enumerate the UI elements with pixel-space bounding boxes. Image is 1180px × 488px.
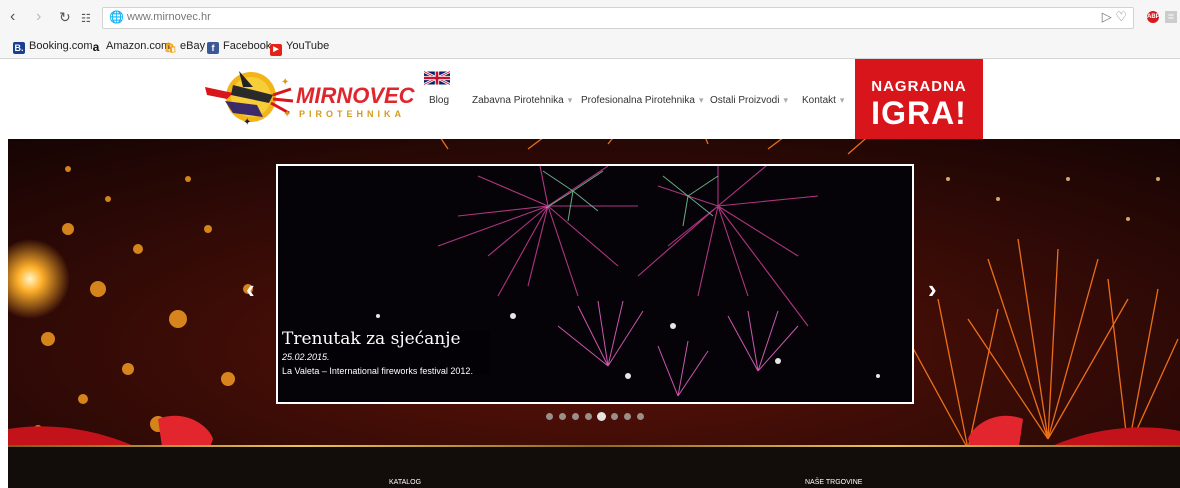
hero-background: KATALOG NAŠE TRGOVINE Trenutak za sjećan… <box>8 139 1180 488</box>
menu-label: Ostali Proizvodi <box>710 95 780 106</box>
logo-wordmark: MIRNOVEC <box>296 83 415 108</box>
slider-dot[interactable] <box>546 413 553 420</box>
nagradna-igra-banner[interactable]: NAGRADNA IGRA! <box>855 59 983 139</box>
slider-dot[interactable] <box>572 413 579 420</box>
back-arrow-icon[interactable]: ‹ <box>10 8 15 26</box>
speed-dial-icon[interactable]: ☷ <box>81 10 91 28</box>
bookmark-label: eBay <box>180 40 206 52</box>
menu-blog[interactable]: Blog <box>429 95 449 106</box>
forward-arrow-icon[interactable]: › <box>36 8 41 26</box>
catalog-link[interactable]: KATALOG <box>389 479 421 486</box>
slider-dot[interactable] <box>585 413 592 420</box>
slide-date: 25.02.2015. <box>282 352 330 362</box>
menu-profesionalna-pirotehnika[interactable]: Profesionalna Pirotehnika ▾ <box>581 95 704 106</box>
slider-dot[interactable] <box>597 412 606 421</box>
extension-icon[interactable]: ≣ <box>1165 11 1177 23</box>
bookmark-label: Booking.com <box>29 40 93 52</box>
slider-next-arrow-icon[interactable]: › <box>928 276 937 302</box>
bookmark-label: Amazon.com <box>106 40 171 52</box>
menu-label: Kontakt <box>802 95 836 106</box>
bookmark-amazon[interactable]: a Amazon.com <box>90 38 171 54</box>
youtube-icon: ▶ <box>270 44 282 56</box>
caret-down-icon: ▾ <box>567 95 573 105</box>
slider-dot[interactable] <box>624 413 631 420</box>
amazon-icon: a <box>92 40 100 54</box>
caret-down-icon: ▾ <box>698 95 704 105</box>
reload-icon[interactable]: ↻ <box>59 8 71 26</box>
bottom-band <box>8 447 1180 488</box>
menu-ostali-proizvodi[interactable]: Ostali Proizvodi ▾ <box>710 95 788 106</box>
logo-subtitle: PIROTEHNIKA <box>299 109 406 119</box>
slider-dot[interactable] <box>611 413 618 420</box>
caret-down-icon: ▾ <box>839 95 845 105</box>
our-stores-link[interactable]: NAŠE TRGOVINE <box>805 479 862 486</box>
globe-icon: 🌐 <box>109 10 124 24</box>
english-flag-icon[interactable] <box>424 71 450 85</box>
promo-line-2: IGRA! <box>871 95 967 131</box>
svg-text:✦: ✦ <box>243 117 251 127</box>
promo-line-1: NAGRADNA <box>871 78 967 95</box>
caret-down-icon: ▾ <box>783 95 788 105</box>
menu-zabavna-pirotehnika[interactable]: Zabavna Pirotehnika ▾ <box>472 95 572 106</box>
slide-description: La Valeta – International fireworks fest… <box>282 366 473 376</box>
ebay-bag-icon: 🛍 <box>164 43 177 54</box>
svg-text:✦: ✦ <box>281 77 289 88</box>
booking-icon: B. <box>13 42 25 54</box>
facebook-icon: f <box>207 42 219 54</box>
adblock-extension-icon[interactable]: ABP <box>1147 11 1160 23</box>
slider-dot[interactable] <box>637 413 644 420</box>
send-and-bookmark-icons[interactable]: ▷ ♡ <box>1102 9 1127 25</box>
bookmarks-bar: B. Booking.com a Amazon.com 🛍 eBay f Faceboo… <box>0 35 1180 57</box>
menu-label: Zabavna Pirotehnika <box>472 95 564 106</box>
bookmark-facebook[interactable]: f Facebook <box>207 38 271 54</box>
bookmark-label: YouTube <box>286 40 330 52</box>
browser-chrome: ‹ › ↻ ☷ 🌐 www.mirnovec.hr ▷ ♡ ABP ≣ B. Bo… <box>0 0 1180 59</box>
menu-label: Profesionalna Pirotehnika <box>581 95 695 106</box>
menu-kontakt[interactable]: Kontakt ▾ <box>802 95 844 106</box>
menu-label: Blog <box>429 95 450 106</box>
bookmark-booking[interactable]: B. Booking.com <box>13 38 93 54</box>
svg-text:✦: ✦ <box>283 109 291 120</box>
slider-prev-arrow-icon[interactable]: ‹ <box>246 276 255 302</box>
slider-frame[interactable]: Trenutak za sjećanje 25.02.2015. La Vale… <box>276 164 914 404</box>
slide-title[interactable]: Trenutak za sjećanje <box>282 329 461 349</box>
bookmark-youtube[interactable]: ▶ YouTube <box>270 38 330 56</box>
mirnovec-logo[interactable]: ✦ ✦ ✦ MIRNOVEC PIROTEHNIKA <box>203 65 415 127</box>
url-text[interactable]: www.mirnovec.hr <box>127 11 211 23</box>
browser-toolbar: ‹ › ↻ ☷ 🌐 www.mirnovec.hr ▷ ♡ ABP ≣ <box>0 0 1180 34</box>
site-header: ✦ ✦ ✦ MIRNOVEC PIROTEHNIKA Blog Zabavna … <box>0 59 1180 139</box>
address-bar[interactable]: 🌐 www.mirnovec.hr ▷ ♡ <box>102 7 1134 29</box>
bookmark-ebay[interactable]: 🛍 eBay <box>164 38 205 54</box>
slider-dot[interactable] <box>559 413 566 420</box>
bookmark-label: Facebook <box>223 40 272 52</box>
